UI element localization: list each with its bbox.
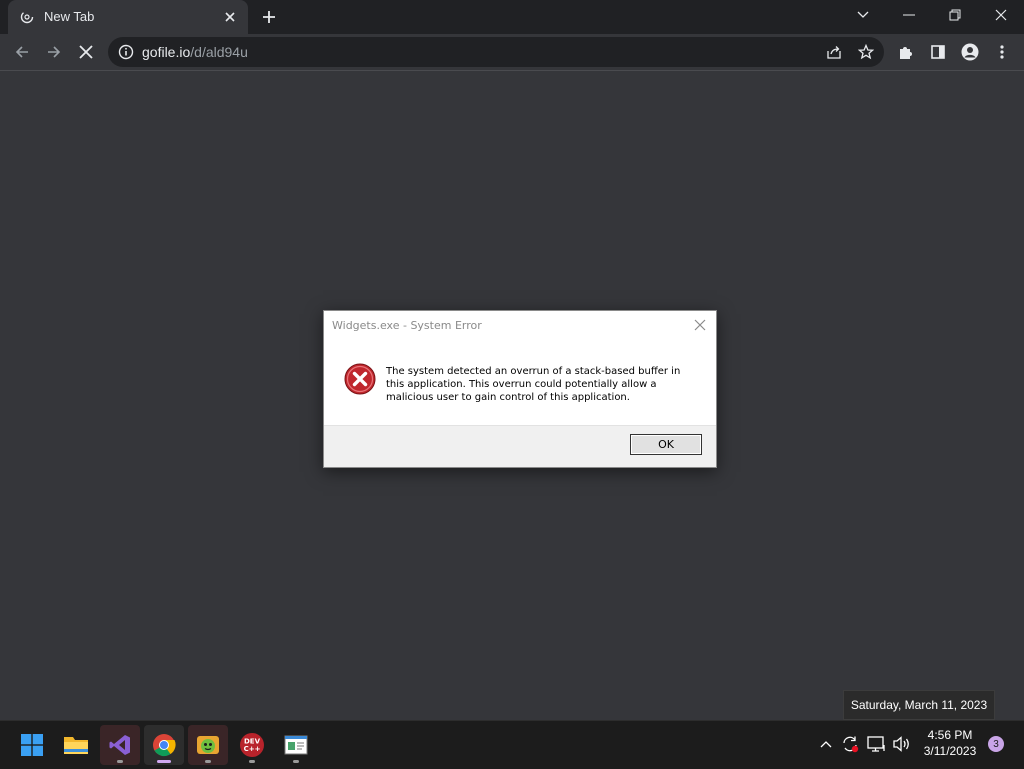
dev-cpp-icon: DEV C++: [240, 733, 264, 757]
back-icon: [15, 46, 28, 58]
forward-icon: [48, 46, 61, 58]
notification-badge[interactable]: 3: [988, 736, 1004, 752]
running-indicator: [117, 760, 123, 763]
running-indicator: [249, 760, 255, 763]
extensions-icon: [900, 47, 912, 59]
browser-menu-button[interactable]: [988, 38, 1016, 66]
chevron-up-icon: [820, 741, 832, 748]
tray-volume[interactable]: [891, 733, 913, 755]
taskbar-notepad[interactable]: [276, 725, 316, 765]
clock-time: 4:56 PM: [927, 728, 973, 742]
taskbar: DEV C++ 4:56 PM 3/11/2023 3: [0, 720, 1024, 769]
close-icon: [995, 9, 1007, 21]
running-indicator: [205, 760, 211, 763]
sync-icon: [843, 736, 859, 753]
minimize-icon: [903, 14, 915, 16]
taskbar-dev-cpp[interactable]: DEV C++: [232, 725, 272, 765]
restore-icon: [949, 9, 961, 21]
notepad-icon: [284, 735, 308, 755]
folder-icon: [64, 737, 88, 754]
network-icon: [867, 736, 885, 752]
taskbar-visual-studio[interactable]: [100, 725, 140, 765]
minimize-button[interactable]: [886, 0, 932, 30]
dialog-footer: OK: [324, 425, 716, 467]
active-indicator: [157, 760, 171, 763]
dialog-title: Widgets.exe - System Error: [332, 319, 482, 332]
side-panel-button[interactable]: [924, 38, 952, 66]
restore-button[interactable]: [932, 0, 978, 30]
address-bar[interactable]: gofile.io/d/ald94u: [108, 37, 884, 67]
share-button[interactable]: [824, 42, 844, 62]
plus-icon: [263, 11, 275, 23]
tray-network[interactable]: [866, 733, 888, 755]
bookmark-button[interactable]: [856, 42, 876, 62]
loading-globe-icon: [20, 10, 34, 24]
browser-tab[interactable]: New Tab: [8, 0, 248, 34]
site-info-icon[interactable]: [118, 44, 134, 60]
url-path: /d/ald94u: [190, 44, 248, 60]
date-tooltip: Saturday, March 11, 2023: [843, 690, 995, 720]
volume-icon: [893, 736, 909, 752]
stop-icon: [79, 45, 93, 59]
forward-button[interactable]: [40, 38, 68, 66]
close-window-button[interactable]: [978, 0, 1024, 30]
share-icon: [827, 46, 841, 59]
menu-icon: [1000, 45, 1004, 59]
widgets-app-icon: [197, 736, 219, 754]
url-text[interactable]: gofile.io/d/ald94u: [142, 44, 248, 60]
extensions-button[interactable]: [892, 38, 920, 66]
new-tab-button[interactable]: [256, 4, 282, 30]
taskbar-widgets-app[interactable]: [188, 725, 228, 765]
close-icon: [225, 12, 235, 22]
chevron-down-icon: [857, 11, 869, 18]
profile-button[interactable]: [956, 38, 984, 66]
visual-studio-icon: [109, 735, 130, 755]
tray-sync[interactable]: [839, 733, 861, 755]
url-host: gofile.io: [142, 44, 191, 60]
star-icon: [858, 44, 874, 60]
dialog-message: The system detected an overrun of a stac…: [386, 366, 681, 403]
back-button[interactable]: [8, 38, 36, 66]
windows-logo-icon: [21, 734, 43, 756]
show-hidden-icons-button[interactable]: [815, 733, 837, 755]
running-indicator: [293, 760, 299, 763]
tab-title: New Tab: [44, 9, 95, 24]
tab-close-button[interactable]: [218, 5, 242, 29]
stop-loading-button[interactable]: [72, 38, 100, 66]
tab-bar: New Tab: [0, 0, 1024, 34]
ok-button[interactable]: OK: [630, 434, 702, 455]
taskbar-chrome[interactable]: [144, 725, 184, 765]
taskbar-file-explorer[interactable]: [56, 725, 96, 765]
sidepanel-icon: [931, 45, 945, 59]
tab-search-button[interactable]: [840, 0, 886, 30]
dev-cpp-label-bottom: C++: [244, 745, 261, 753]
close-icon[interactable]: [692, 317, 708, 333]
browser-toolbar: gofile.io/d/ald94u: [0, 34, 1024, 71]
system-error-dialog: Widgets.exe - System Error The system de…: [323, 310, 717, 468]
clock-date: 3/11/2023: [923, 744, 977, 758]
taskbar-clock[interactable]: 4:56 PM 3/11/2023: [918, 727, 982, 759]
start-button[interactable]: [12, 725, 52, 765]
profile-icon: [961, 43, 979, 61]
error-icon: [344, 363, 376, 395]
chrome-icon: [153, 734, 176, 757]
